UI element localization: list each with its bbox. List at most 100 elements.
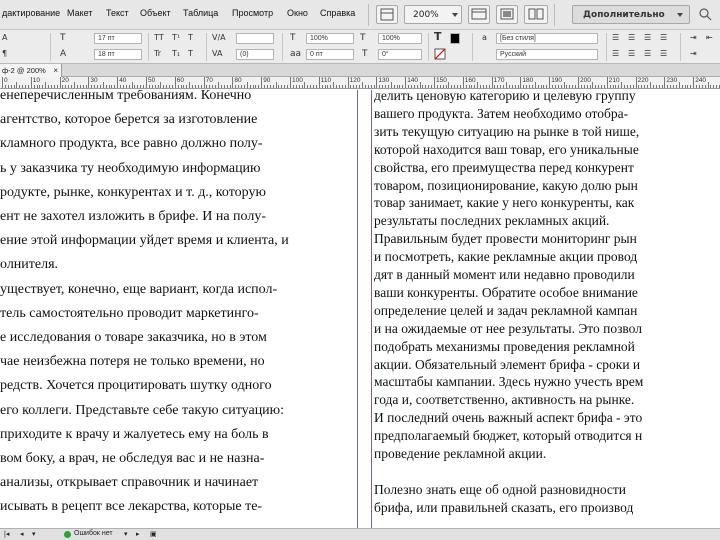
vertical-scale-icon: T <box>290 33 296 43</box>
preflight-status[interactable]: Ошибок нет <box>74 530 113 537</box>
menu-text[interactable]: Текст <box>106 8 129 18</box>
ruler-major-tick <box>203 77 205 88</box>
panel-separator <box>680 33 681 61</box>
document-page[interactable]: енеперечисленным требованиям. Конечно аге… <box>0 90 720 528</box>
indent-left-icon[interactable]: ⇥ <box>690 33 697 43</box>
horizontal-ruler[interactable]: 0 10 20 30 40 50 60 70 80 90 100 110 120 130 140 150 160… <box>0 77 720 89</box>
justify-all-icon[interactable]: ☰ <box>644 49 651 59</box>
justify-icon[interactable]: ☰ <box>660 33 667 43</box>
ruler-minor-tick <box>508 85 510 88</box>
ruler-minor-tick <box>310 85 312 88</box>
preflight-menu-icon[interactable]: ▾ <box>124 530 128 538</box>
char-style-field[interactable]: [Без стиля] <box>496 33 598 44</box>
all-caps-icon[interactable]: ТТ <box>154 33 164 43</box>
close-icon[interactable]: × <box>53 64 58 77</box>
ruler-minor-tick <box>457 85 459 88</box>
ruler-minor-tick <box>615 85 617 88</box>
workspace-switcher[interactable]: Дополнительно <box>572 5 690 24</box>
ruler-label: 70 <box>205 77 213 84</box>
align-spine-icon[interactable]: ☰ <box>660 49 667 59</box>
ruler-minor-tick <box>704 85 706 88</box>
char-formatting-icon[interactable]: A <box>2 33 7 43</box>
text-frame-right[interactable]: делить ценовую категорию и целевую групп… <box>374 90 720 528</box>
screen-mode-icon[interactable] <box>496 5 518 24</box>
font-size-field[interactable]: 17 пт <box>94 33 142 44</box>
menu-edit[interactable]: дактирование <box>2 8 60 18</box>
ruler-minor-tick <box>71 85 73 88</box>
ruler-minor-tick <box>644 85 646 88</box>
page-number-field[interactable]: ▾ <box>32 530 36 538</box>
zoom-dropdown[interactable]: 200% <box>404 5 462 24</box>
ruler-label: 210 <box>608 77 620 84</box>
ruler-minor-tick <box>436 85 438 88</box>
justify-center-icon[interactable]: ☰ <box>628 49 635 59</box>
open-panel-icon[interactable]: ▣ <box>150 530 157 538</box>
ruler-minor-tick <box>252 85 254 88</box>
ruler-minor-tick <box>10 85 12 88</box>
superscript-icon[interactable]: T¹ <box>172 33 180 43</box>
margin-guide-right <box>371 90 372 528</box>
page-nav-prev-icon[interactable]: ◂ <box>20 530 24 538</box>
first-line-indent-icon[interactable]: ⇥ <box>690 49 697 59</box>
align-right-icon[interactable]: ☰ <box>644 33 651 43</box>
view-options-icon[interactable] <box>468 5 490 24</box>
bridge-icon[interactable] <box>376 5 398 24</box>
text-line: подобрать механизмы проведения рекламной <box>374 338 635 354</box>
ruler-minor-tick <box>675 85 677 88</box>
skew-field[interactable]: 0° <box>378 49 422 60</box>
ruler-minor-tick <box>246 82 248 88</box>
ruler-minor-tick <box>425 85 427 88</box>
fill-swatch[interactable] <box>450 33 460 44</box>
align-center-icon[interactable]: ☰ <box>628 33 635 43</box>
underline-icon[interactable]: T <box>188 33 193 43</box>
ruler-label: 110 <box>320 77 332 84</box>
horizontal-scale-icon: T <box>360 33 366 43</box>
ruler-label: 240 <box>695 77 707 84</box>
ruler-minor-tick <box>292 85 294 88</box>
menu-object[interactable]: Объект <box>140 8 171 18</box>
ruler-minor-tick <box>120 85 122 88</box>
tracking-field[interactable]: (0) <box>236 49 274 60</box>
ruler-minor-tick <box>468 85 470 88</box>
ruler-label: 30 <box>90 77 98 84</box>
kerning-field[interactable] <box>236 33 274 44</box>
ruler-minor-tick <box>183 85 185 88</box>
baseline-shift-field[interactable]: 0 пт <box>306 49 354 60</box>
ruler-minor-tick <box>238 85 240 88</box>
vertical-scale-field[interactable]: 100% <box>306 33 354 44</box>
small-caps-icon[interactable]: Tr <box>154 49 161 59</box>
justify-left-icon[interactable]: ☰ <box>612 49 619 59</box>
align-left-icon[interactable]: ☰ <box>612 33 619 43</box>
page-nav-next-icon[interactable]: ▸ <box>136 530 140 538</box>
ruler-minor-tick <box>114 85 116 88</box>
search-icon[interactable] <box>696 5 718 24</box>
horizontal-scale-field[interactable]: 100% <box>378 33 422 44</box>
ruler-minor-tick <box>143 85 145 88</box>
leading-field[interactable]: 18 пт <box>94 49 142 60</box>
ruler-minor-tick <box>336 85 338 88</box>
subscript-icon[interactable]: T₁ <box>172 49 180 59</box>
indent-right-icon[interactable]: ⇤ <box>706 33 713 43</box>
arrange-documents-icon[interactable] <box>524 5 548 24</box>
para-formatting-icon[interactable]: ¶ <box>2 49 7 59</box>
ruler-minor-tick <box>650 82 651 88</box>
document-tab[interactable]: ф-2 @ 200% × <box>0 64 62 77</box>
ruler-major-tick <box>462 77 464 88</box>
menu-table[interactable]: Таблица <box>183 8 218 18</box>
fill-color-icon[interactable]: T <box>434 31 442 42</box>
menu-window[interactable]: Окно <box>287 8 308 18</box>
menu-view[interactable]: Просмотр <box>232 8 273 18</box>
strikethrough-icon[interactable]: T <box>188 49 193 59</box>
text-frame-left[interactable]: енеперечисленным требованиям. Конечно аге… <box>0 90 357 528</box>
ruler-minor-tick <box>68 85 70 88</box>
menu-layout[interactable]: Макет <box>67 8 92 18</box>
ruler-minor-tick <box>560 85 562 88</box>
ruler-minor-tick <box>583 85 585 88</box>
menu-help[interactable]: Справка <box>320 8 355 18</box>
language-field[interactable]: Русский <box>496 49 598 60</box>
text-line: уществует, конечно, еще вариант, когда и… <box>0 281 278 297</box>
text-line: предполагаемый бюджет, который отводится… <box>374 428 643 444</box>
stroke-none-icon[interactable] <box>434 48 446 63</box>
page-nav-first-icon[interactable]: |◂ <box>4 530 9 538</box>
ruler-minor-tick <box>445 85 447 88</box>
